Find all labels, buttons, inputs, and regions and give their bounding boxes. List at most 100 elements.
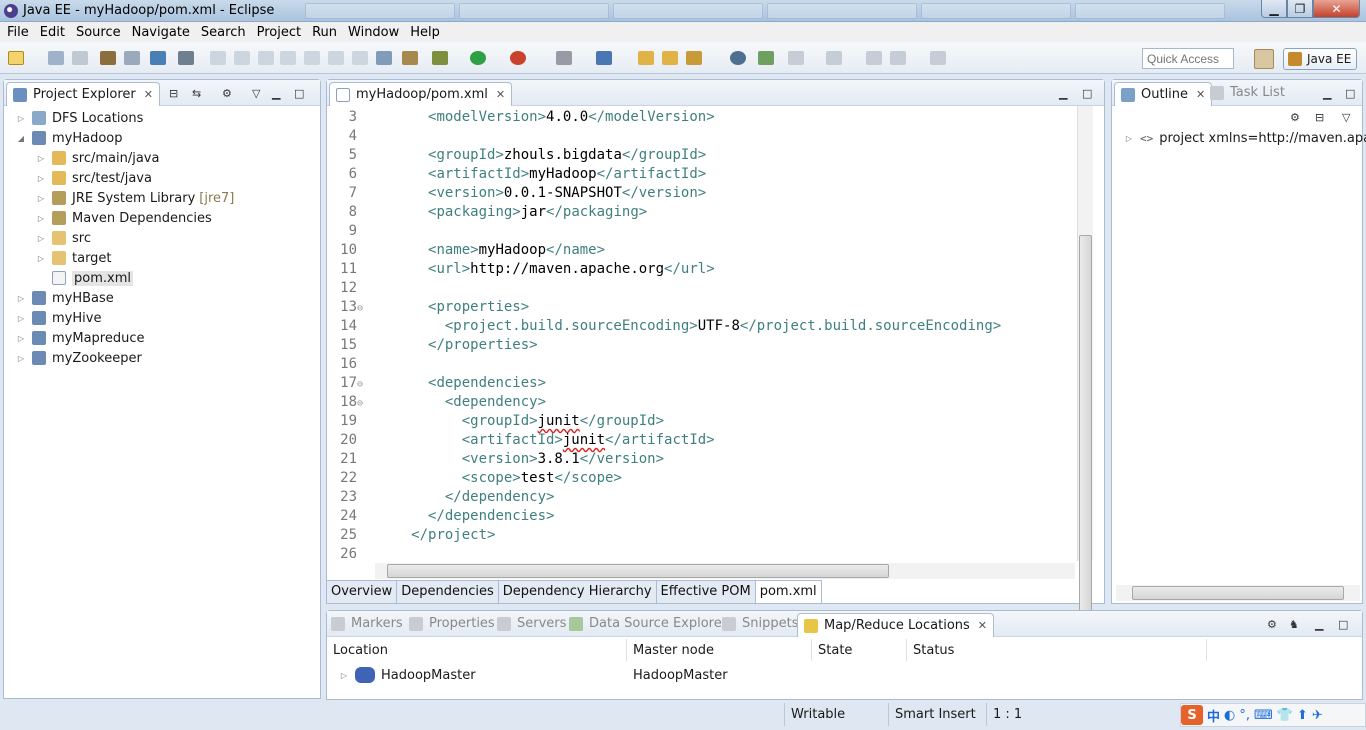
- menu-help[interactable]: Help: [405, 25, 446, 40]
- expand-icon[interactable]: ▷: [337, 671, 351, 680]
- menu-file[interactable]: File: [2, 25, 35, 40]
- code-line[interactable]: 20 <artifactId>junit</artifactId>: [327, 431, 714, 450]
- collapse-icon[interactable]: ◢: [14, 134, 28, 143]
- collapse-all-icon[interactable]: ⊟: [1315, 111, 1324, 124]
- maximize-view-icon[interactable]: □: [1345, 87, 1355, 100]
- code-line[interactable]: 10 <name>myHadoop</name>: [327, 241, 605, 260]
- tab-data-source-explorer[interactable]: Data Source Explorer: [569, 616, 727, 631]
- save-icon[interactable]: [48, 51, 64, 65]
- open-perspective-icon[interactable]: [1254, 49, 1274, 69]
- view-menu-icon[interactable]: ▽: [1342, 111, 1350, 124]
- tab-outline[interactable]: Outline ✕: [1114, 82, 1213, 106]
- step-return-icon[interactable]: [352, 51, 368, 65]
- tree-item-src[interactable]: ▷ src: [34, 228, 91, 248]
- open-type-icon[interactable]: [638, 51, 654, 65]
- close-tab-icon[interactable]: ✕: [496, 88, 505, 101]
- expand-icon[interactable]: ▷: [34, 154, 48, 163]
- last-edit-icon[interactable]: [866, 51, 882, 65]
- code-line[interactable]: 21 <version>3.8.1</version>: [327, 450, 664, 469]
- code-line[interactable]: 4: [327, 127, 411, 146]
- tab-servers[interactable]: Servers: [497, 616, 566, 631]
- new-web-icon[interactable]: [596, 51, 612, 65]
- code-line[interactable]: 7 <version>0.0.1-SNAPSHOT</version>: [327, 184, 707, 203]
- new-server-icon[interactable]: [556, 51, 572, 65]
- fold-toggle-icon[interactable]: ⊖: [357, 394, 369, 413]
- minimize-view-icon[interactable]: ▁: [1059, 87, 1067, 100]
- menu-window[interactable]: Window: [343, 25, 405, 40]
- run-icon[interactable]: [470, 51, 486, 65]
- print-icon[interactable]: [100, 51, 116, 65]
- column-master-node[interactable]: Master node: [627, 639, 812, 661]
- outline-scroll-thumb[interactable]: [1132, 586, 1344, 600]
- tab-overview[interactable]: Overview: [327, 581, 398, 603]
- keyboard-icon[interactable]: ⌨: [1254, 708, 1273, 723]
- tab-markers[interactable]: Markers: [331, 616, 403, 631]
- code-line[interactable]: 8 <packaging>jar</packaging>: [327, 203, 648, 222]
- code-line[interactable]: 26: [327, 545, 411, 564]
- vertical-scroll-thumb[interactable]: [1079, 235, 1092, 625]
- close-tab-icon[interactable]: ✕: [978, 619, 987, 632]
- tab-pom-xml[interactable]: myHadoop/pom.xml ✕: [329, 82, 513, 106]
- expand-icon[interactable]: ▷: [14, 114, 28, 123]
- tree-item-mymapreduce[interactable]: ▷ myMapreduce: [14, 328, 145, 348]
- web-browser-icon[interactable]: [730, 51, 746, 65]
- halfwidth-icon[interactable]: ◐: [1224, 708, 1235, 723]
- search-icon[interactable]: [686, 51, 702, 65]
- code-line[interactable]: 22 <scope>test</scope>: [327, 469, 622, 488]
- expand-icon[interactable]: ▷: [34, 194, 48, 203]
- new-location-icon[interactable]: ⚙: [1267, 618, 1277, 631]
- column-status[interactable]: Status: [907, 639, 1207, 661]
- menu-run[interactable]: Run: [307, 25, 343, 40]
- close-button[interactable]: ✕: [1313, 0, 1360, 18]
- sogou-ime-icon[interactable]: S: [1181, 705, 1203, 725]
- link-with-editor-icon[interactable]: ⇆: [192, 87, 201, 100]
- tab-dependencies[interactable]: Dependencies: [397, 581, 499, 603]
- maximize-view-icon[interactable]: □: [294, 87, 304, 100]
- previous-annotation-icon[interactable]: [826, 51, 842, 65]
- maximize-view-icon[interactable]: □: [1082, 87, 1092, 100]
- expand-icon[interactable]: ▷: [34, 254, 48, 263]
- punctuation-icon[interactable]: °,: [1239, 708, 1250, 723]
- column-state[interactable]: State: [812, 639, 907, 661]
- tree-item-src-test-java[interactable]: ▷ src/test/java: [34, 168, 152, 188]
- disconnect-icon[interactable]: [280, 51, 296, 65]
- terminate-icon[interactable]: [258, 51, 274, 65]
- maximize-view-icon[interactable]: □: [1338, 618, 1348, 631]
- save-all-icon[interactable]: [72, 51, 88, 65]
- expand-icon[interactable]: ▷: [34, 214, 48, 223]
- code-line[interactable]: 16: [327, 355, 411, 374]
- tree-item-maven-dependencies[interactable]: ▷ Maven Dependencies: [34, 208, 212, 228]
- forward-icon[interactable]: [930, 51, 946, 65]
- code-line[interactable]: 9: [327, 222, 411, 241]
- skip-breakpoints-icon[interactable]: [178, 51, 194, 65]
- drop-frame-icon[interactable]: [376, 51, 392, 65]
- tree-item-myhadoop[interactable]: ◢ myHadoop: [14, 128, 123, 148]
- close-tab-icon[interactable]: ✕: [144, 88, 153, 101]
- code-line[interactable]: 18⊖ <dependency>: [327, 393, 546, 412]
- horizontal-scroll-thumb[interactable]: [387, 564, 889, 578]
- code-line[interactable]: 3 <modelVersion>4.0.0</modelVersion>: [327, 108, 715, 127]
- expand-icon[interactable]: ▷: [14, 314, 28, 323]
- code-line[interactable]: 24 </dependencies>: [327, 507, 554, 526]
- collapse-all-icon[interactable]: ⊟: [169, 87, 178, 100]
- menu-navigate[interactable]: Navigate: [127, 25, 196, 40]
- tab-project-explorer[interactable]: Project Explorer ✕: [6, 82, 160, 106]
- step-over-icon[interactable]: [328, 51, 344, 65]
- tab-task-list[interactable]: Task List: [1210, 85, 1285, 100]
- code-line[interactable]: 23 </dependency>: [327, 488, 554, 507]
- hide-nodes-icon[interactable]: ⚙: [1290, 111, 1300, 124]
- menu-edit[interactable]: Edit: [35, 25, 71, 40]
- skin-icon[interactable]: 👕: [1277, 708, 1293, 723]
- tab-map-reduce-locations[interactable]: Map/Reduce Locations ✕: [797, 613, 995, 637]
- code-line[interactable]: 19 <groupId>junit</groupId>: [327, 412, 664, 431]
- expand-icon[interactable]: ▷: [34, 174, 48, 183]
- tree-item-target[interactable]: ▷ target: [34, 248, 112, 268]
- outline-item-project[interactable]: ▷ <> project xmlns=http://maven.apache: [1122, 128, 1366, 148]
- suspend-icon[interactable]: [234, 51, 250, 65]
- open-task-icon[interactable]: [662, 51, 678, 65]
- tab-snippets[interactable]: Snippets: [722, 616, 798, 631]
- menu-project[interactable]: Project: [252, 25, 307, 40]
- tab-effective-pom[interactable]: Effective POM: [657, 581, 756, 603]
- menu-source[interactable]: Source: [71, 25, 127, 40]
- tree-item-pom-xml[interactable]: pom.xml: [34, 268, 133, 288]
